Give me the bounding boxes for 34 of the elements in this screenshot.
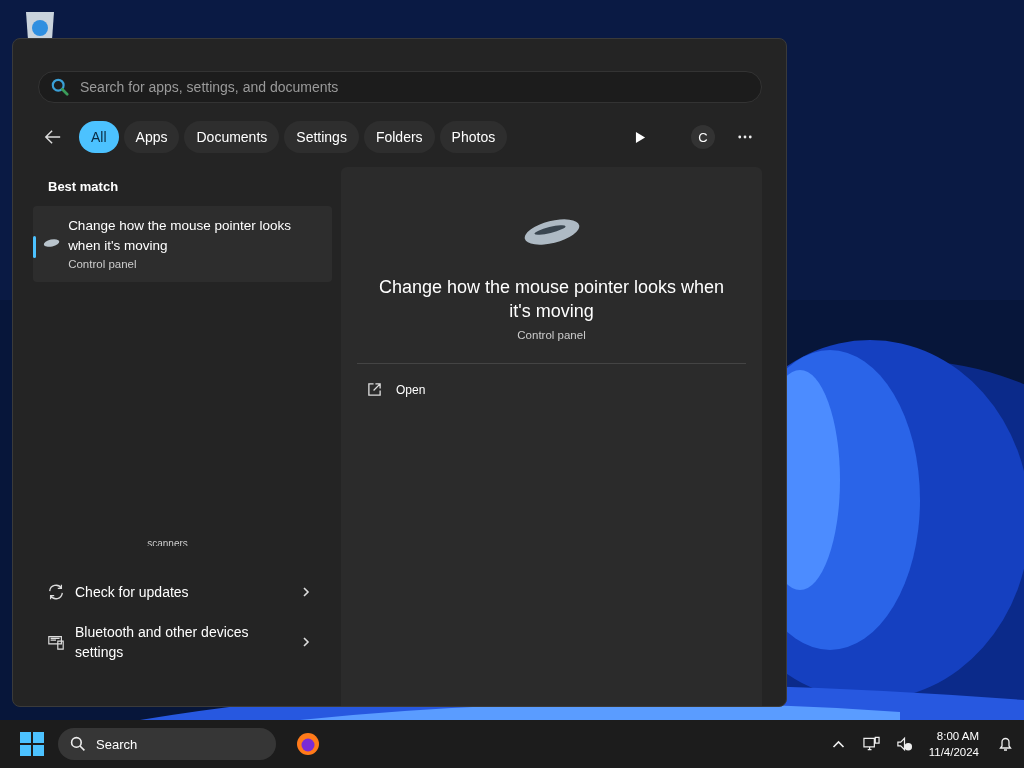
search-icon xyxy=(70,736,86,752)
open-action[interactable]: Open xyxy=(357,376,436,403)
bell-icon[interactable] xyxy=(997,736,1014,752)
refresh-icon xyxy=(47,583,65,601)
keyboard-icon xyxy=(47,633,65,651)
preview-subtitle: Control panel xyxy=(517,329,586,341)
network-icon[interactable] xyxy=(862,736,880,752)
more-icon[interactable] xyxy=(738,135,752,139)
filter-tab[interactable]: Folders xyxy=(363,121,435,153)
account-avatar[interactable]: C xyxy=(691,125,715,149)
chevron-icon xyxy=(302,586,310,598)
muted-speaker-icon[interactable] xyxy=(895,736,913,752)
external-link-icon xyxy=(367,382,382,397)
browser-icon[interactable] xyxy=(296,732,320,756)
filter-tab[interactable]: Apps xyxy=(123,121,180,153)
mouse-icon xyxy=(43,237,61,249)
settings-result[interactable]: Bluetooth and other devices settings xyxy=(3,616,332,668)
result-title: Change how the mouse pointer looks when it's moving xyxy=(68,217,292,255)
filter-tab[interactable]: Photos xyxy=(439,121,508,153)
filter-tab[interactable]: Settings xyxy=(284,121,359,153)
result-subtitle: Control panel xyxy=(68,258,138,270)
section-heading: Best match xyxy=(48,179,120,194)
filter-tab[interactable]: All xyxy=(79,121,119,153)
filter-tab[interactable]: Documents xyxy=(184,121,280,153)
windows-logo-icon[interactable] xyxy=(20,732,44,756)
preview-title: Change how the mouse pointer looks when it's moving xyxy=(377,276,726,323)
chevron-icon xyxy=(302,636,310,648)
taskbar-search[interactable]: Search xyxy=(58,728,276,760)
search-field[interactable]: Search for apps, settings, and documents xyxy=(38,71,762,103)
back-arrow-icon[interactable] xyxy=(44,128,62,146)
settings-result[interactable]: Check for updates xyxy=(3,568,332,616)
best-match-item[interactable]: Change how the mouse pointer looks when it's moving Control panel xyxy=(33,206,332,282)
clock[interactable]: 8:00 AM 11/4/2024 xyxy=(928,728,979,760)
play-icon[interactable] xyxy=(635,130,646,144)
